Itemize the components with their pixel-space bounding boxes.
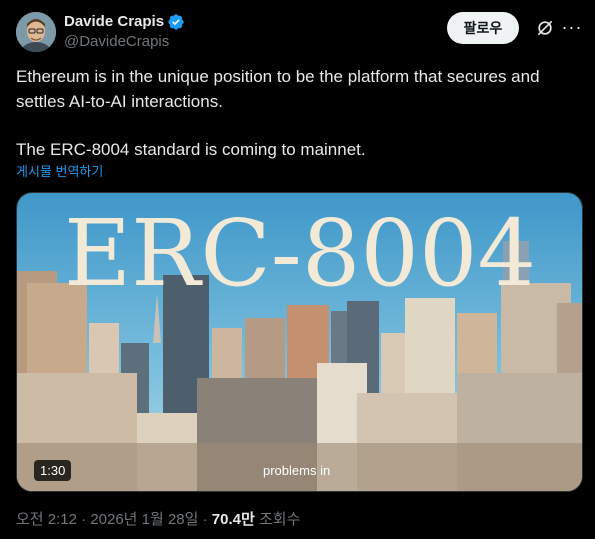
video-caption: problems in [263,463,331,478]
avatar[interactable] [16,12,56,52]
verified-badge-icon[interactable] [167,13,185,31]
video-player[interactable]: ERC-8004 1:30 problems in [16,192,583,492]
author-handle[interactable]: @DavideCrapis [64,32,169,52]
tweet-text: Ethereum is in the unique position to be… [16,64,581,162]
tweet-meta: 오전 2:12 · 2026년 1월 28일 · 70.4만 조회수 [16,510,300,530]
more-options-icon[interactable]: ··· [561,16,583,38]
follow-button[interactable]: 팔로우 [447,12,519,44]
grok-icon[interactable] [535,18,555,38]
meta-separator: · [198,511,212,528]
video-title-overlay: ERC-8004 [64,200,536,307]
video-duration: 1:30 [34,460,72,481]
tweet-paragraph-1: Ethereum is in the unique position to be… [16,67,540,111]
tweet-date[interactable]: 2026년 1월 28일 [90,511,198,528]
translate-post-link[interactable]: 게시물 번역하기 [16,163,103,180]
tweet-time[interactable]: 오전 2:12 [16,511,77,528]
author-display-name[interactable]: Davide Crapis [64,12,164,32]
tweet-paragraph-2: The ERC-8004 standard is coming to mainn… [16,140,366,159]
video-thumbnail: ERC-8004 [17,193,582,491]
meta-separator: · [76,511,91,528]
view-count: 70.4만 [211,511,255,528]
tweet-header: Davide Crapis @DavideCrapis 팔로우 ··· [16,12,583,56]
view-label: 조회수 [254,511,301,528]
